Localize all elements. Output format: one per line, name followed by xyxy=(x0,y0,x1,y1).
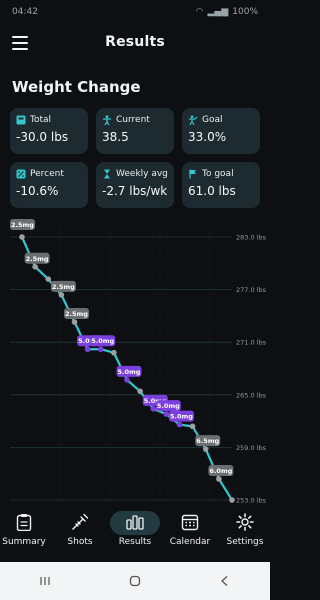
status-time: 04:42 xyxy=(12,7,38,17)
data-point xyxy=(124,377,130,383)
dose-label: 2.5mg xyxy=(11,221,34,229)
data-point xyxy=(176,421,183,428)
card-label: Current xyxy=(116,115,150,125)
status-battery: 100% xyxy=(232,7,258,17)
person-icon xyxy=(102,115,112,126)
card-label: Weekly avg xyxy=(116,169,168,179)
wifi-icon: ◠ xyxy=(195,7,204,17)
card-weekly-avg: Weekly avg -2.7 lbs/wk xyxy=(96,162,174,208)
dose-label: 5.0mg xyxy=(91,337,114,345)
card-label: Percent xyxy=(30,169,64,179)
bar-chart-icon xyxy=(124,513,146,531)
data-point xyxy=(189,423,196,430)
page-title: Results xyxy=(105,34,165,50)
dose-label: 2.5mg xyxy=(65,310,88,318)
card-value: 33.0% xyxy=(188,130,227,144)
back-icon[interactable] xyxy=(210,571,240,591)
y-tick-label: 283.0 lbs xyxy=(236,234,267,242)
calendar-icon xyxy=(179,513,201,531)
nav-label: Shots xyxy=(67,537,93,547)
y-tick-label: 253.0 lbs xyxy=(236,497,267,505)
y-tick-label: 271.0 lbs xyxy=(236,339,267,347)
data-point xyxy=(202,446,209,452)
card-percent: Percent -10.6% xyxy=(10,162,88,208)
dose-label: 5.0mg xyxy=(157,402,180,410)
clipboard-icon xyxy=(13,513,35,531)
data-point xyxy=(19,234,25,240)
card-value: 38.5 xyxy=(102,130,129,144)
card-label: Total xyxy=(30,115,52,125)
hourglass-icon xyxy=(102,169,112,179)
app-bar: Results xyxy=(0,26,270,60)
card-to-goal: To goal 61.0 lbs xyxy=(182,162,260,208)
target-person-icon xyxy=(188,115,198,126)
syringe-icon xyxy=(69,513,91,531)
nav-label: Calendar xyxy=(169,537,211,547)
data-point xyxy=(163,411,170,417)
y-tick-label: 259.0 lbs xyxy=(236,444,267,452)
data-point xyxy=(150,406,157,412)
section-title: Weight Change xyxy=(12,78,141,96)
card-label: To goal xyxy=(202,169,234,179)
nav-results[interactable]: Results xyxy=(108,505,162,560)
status-bar: 04:42 ◠ ▂▄▆ 100% xyxy=(0,0,270,24)
data-point xyxy=(45,276,52,282)
data-point xyxy=(216,476,222,482)
data-point xyxy=(84,346,91,353)
card-goal: Goal 33.0% xyxy=(182,108,260,154)
gear-icon xyxy=(234,513,256,531)
data-point xyxy=(32,264,38,270)
dose-label: 6.0mg xyxy=(209,467,232,475)
data-point xyxy=(58,292,65,298)
data-point xyxy=(97,346,104,353)
nav-label: Settings xyxy=(226,537,264,547)
dose-label: 5.0mg xyxy=(118,368,141,376)
data-point xyxy=(71,319,78,325)
system-nav-bar xyxy=(0,562,270,600)
card-value: -2.7 lbs/wk xyxy=(102,184,168,198)
nav-shots[interactable]: Shots xyxy=(53,505,107,560)
data-point xyxy=(229,497,235,503)
card-value: -30.0 lbs xyxy=(16,130,69,144)
dose-label: 2.5mg xyxy=(52,283,75,291)
y-tick-label: 277.0 lbs xyxy=(236,286,267,294)
bottom-nav: Summary Shots Results Calendar Settings xyxy=(0,505,270,560)
home-icon[interactable] xyxy=(120,571,150,591)
card-value: 61.0 lbs xyxy=(188,184,236,198)
card-label: Goal xyxy=(202,115,223,125)
flag-icon xyxy=(188,169,198,179)
percent-icon xyxy=(16,169,26,179)
dose-label: 6.5mg xyxy=(196,437,219,445)
card-total: Total -30.0 lbs xyxy=(10,108,88,154)
status-left: 04:42 xyxy=(12,7,38,17)
nav-calendar[interactable]: Calendar xyxy=(163,505,217,560)
recent-apps-icon[interactable] xyxy=(30,571,60,591)
data-point xyxy=(137,388,143,395)
weight-chart-svg: 283.0 lbs 277.0 lbs 271.0 lbs 265.0 lbs 259.… xyxy=(10,219,267,505)
card-value: -10.6% xyxy=(16,184,59,198)
y-tick-label: 265.0 lbs xyxy=(236,391,267,399)
signal-icon: ▂▄▆ xyxy=(207,7,229,17)
nav-label: Summary xyxy=(2,537,46,547)
data-point xyxy=(111,349,117,356)
card-current: Current 38.5 xyxy=(96,108,174,154)
dose-label: 2.5mg xyxy=(26,255,49,263)
nav-settings[interactable]: Settings xyxy=(218,505,272,560)
nav-summary[interactable]: Summary xyxy=(0,505,51,560)
scale-icon xyxy=(16,115,26,125)
weight-chart[interactable]: 283.0 lbs 277.0 lbs 271.0 lbs 265.0 lbs 259.… xyxy=(0,208,270,508)
nav-label: Results xyxy=(118,537,152,547)
status-right: ◠ ▂▄▆ 100% xyxy=(196,7,258,17)
dose-label: 5.0mg xyxy=(170,413,193,421)
